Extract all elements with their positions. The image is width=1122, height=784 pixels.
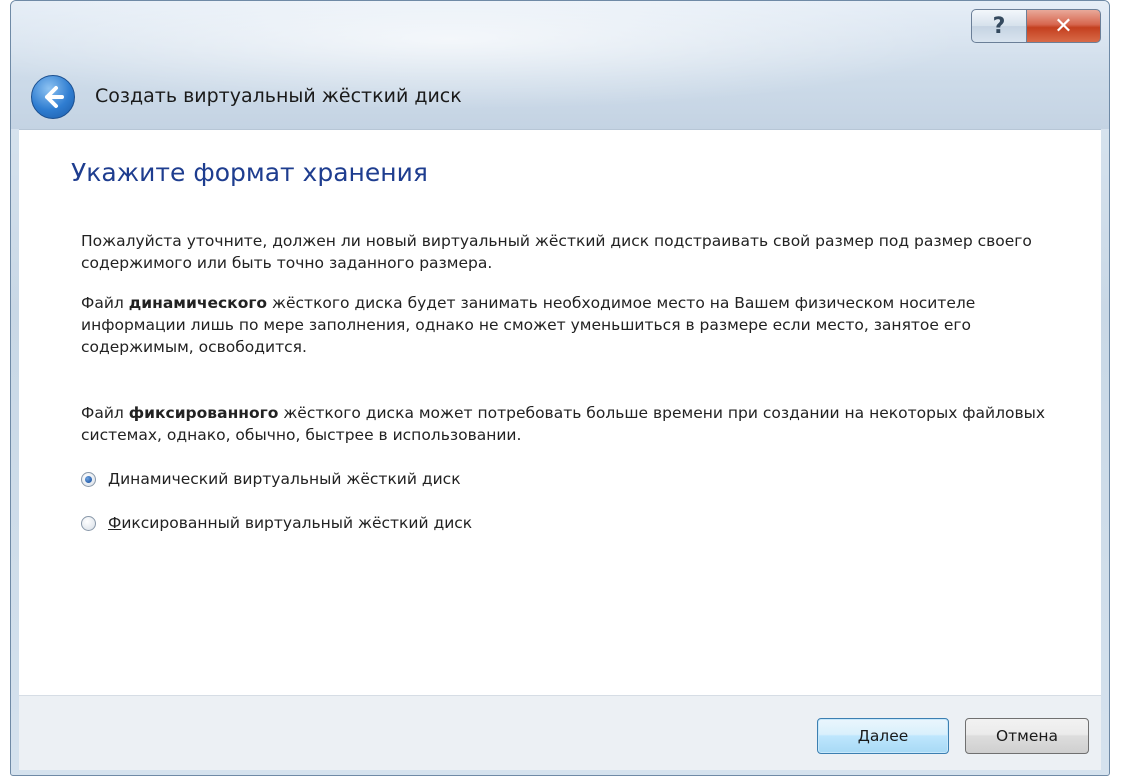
next-button-label: Далее — [857, 727, 909, 745]
fixed-description: Файл фиксированного жёсткого диска может… — [81, 402, 1081, 446]
caption-buttons: ? ✕ — [971, 9, 1101, 43]
close-icon: ✕ — [1054, 13, 1073, 39]
help-icon: ? — [992, 13, 1006, 39]
window-title: Создать виртуальный жёсткий диск — [95, 85, 462, 107]
dynamic-prefix: Файл — [81, 294, 129, 312]
wizard-page: Укажите формат хранения Пожалуйста уточн… — [19, 129, 1101, 696]
radio-fixed-label: Фиксированный виртуальный жёсткий диск — [108, 514, 473, 532]
dialog-window: ? ✕ Создать виртуальный жёсткий диск Ука… — [10, 0, 1110, 776]
back-button[interactable] — [31, 75, 75, 119]
close-button[interactable]: ✕ — [1027, 9, 1101, 43]
radio-dynamic-label: Динамический виртуальный жёсткий диск — [108, 470, 461, 488]
radio-selected-icon[interactable] — [81, 471, 96, 487]
dynamic-bold: динамического — [128, 294, 268, 312]
button-bar: Далее Отмена — [19, 695, 1101, 770]
next-button[interactable]: Далее — [817, 718, 949, 754]
intro-paragraph: Пожалуйста уточните, должен ли новый вир… — [81, 232, 1032, 272]
dynamic-description: Файл динамического жёсткого диска будет … — [81, 292, 1081, 358]
radio-fixed-disk[interactable]: Фиксированный виртуальный жёсткий диск — [81, 514, 472, 532]
radio-dynamic-disk[interactable]: Динамический виртуальный жёсткий диск — [81, 470, 461, 488]
fixed-prefix: Файл — [81, 404, 129, 422]
title-bar: ? ✕ Создать виртуальный жёсткий диск — [11, 1, 1109, 129]
back-arrow-icon — [45, 86, 64, 108]
help-button[interactable]: ? — [971, 9, 1027, 43]
page-heading: Укажите формат хранения — [71, 158, 428, 187]
fixed-bold: фиксированного — [128, 404, 279, 422]
cancel-button[interactable]: Отмена — [965, 718, 1089, 754]
radio-unselected-icon[interactable] — [81, 515, 96, 531]
